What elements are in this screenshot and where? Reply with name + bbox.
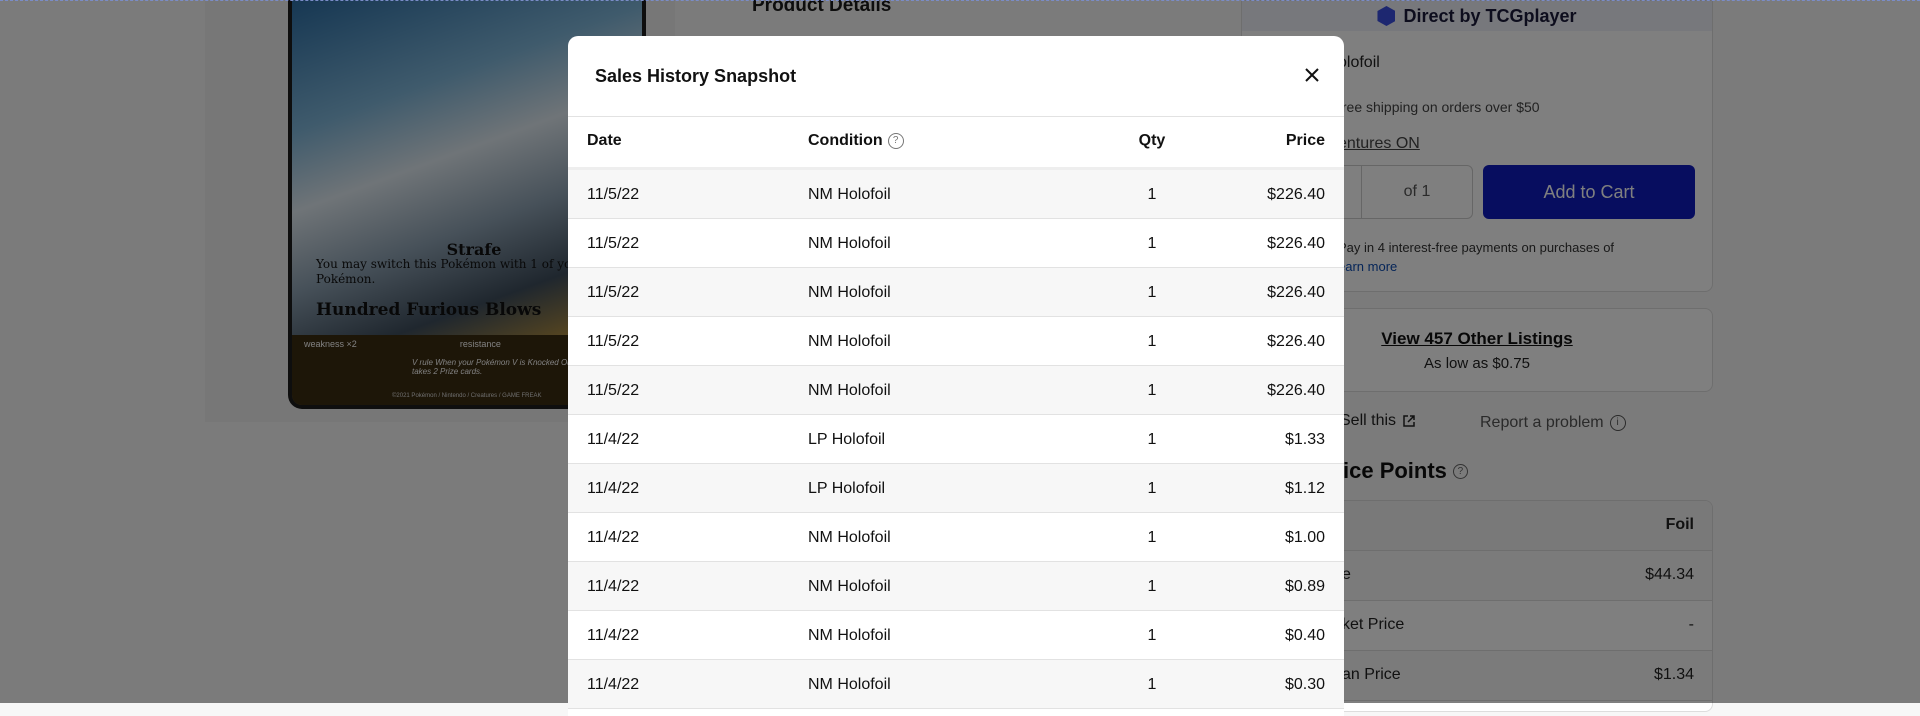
sale-date: 11/5/22 — [587, 333, 640, 350]
sale-condition: NM Holofoil — [808, 186, 891, 203]
sale-price: $226.40 — [1267, 382, 1325, 399]
sale-condition: NM Holofoil — [808, 578, 891, 595]
modal-title: Sales History Snapshot — [595, 66, 797, 86]
sale-qty: 1 — [1147, 284, 1157, 301]
sale-condition: NM Holofoil — [808, 382, 891, 399]
close-icon — [1305, 67, 1319, 82]
sale-price: $226.40 — [1267, 284, 1325, 301]
sale-condition: NM Holofoil — [808, 529, 891, 546]
sale-price: $226.40 — [1267, 333, 1325, 350]
sale-date: 11/4/22 — [587, 627, 640, 644]
condition-column-header: Condition ? — [808, 132, 904, 150]
sales-table-header: Date Condition ? Qty Price — [568, 117, 1344, 170]
sale-date: 11/4/22 — [587, 529, 640, 546]
sale-qty: 1 — [1147, 676, 1157, 693]
sale-qty: 1 — [1147, 431, 1157, 448]
sale-condition: NM Holofoil — [808, 627, 891, 644]
table-row: 11/5/22 NM Holofoil 1 $226.40 — [568, 219, 1344, 268]
date-column-header: Date — [587, 132, 622, 149]
sale-date: 11/4/22 — [587, 431, 640, 448]
sale-date: 11/5/22 — [587, 235, 640, 252]
sale-qty: 1 — [1147, 235, 1157, 252]
sale-condition: LP Holofoil — [808, 431, 886, 448]
sale-condition: NM Holofoil — [808, 284, 891, 301]
condition-help-icon[interactable]: ? — [887, 133, 904, 149]
table-row: 11/4/22 NM Holofoil 1 $0.30 — [568, 660, 1344, 709]
sale-price: $1.00 — [1284, 529, 1325, 546]
table-row: 11/4/22 NM Holofoil 1 $0.40 — [568, 611, 1344, 660]
sale-qty: 1 — [1147, 480, 1157, 497]
table-row: 11/5/22 NM Holofoil 1 $226.40 — [568, 268, 1344, 317]
sale-qty: 1 — [1147, 382, 1157, 399]
table-row: 11/5/22 NM Holofoil 1 $226.40 — [568, 170, 1344, 219]
table-row: 11/5/22 NM Holofoil 1 $226.40 — [568, 317, 1344, 366]
sales-history-modal: Sales History Snapshot Date Condition ? … — [568, 36, 1344, 716]
sale-price: $0.30 — [1284, 676, 1325, 693]
close-button[interactable] — [1296, 60, 1328, 92]
sale-price: $1.12 — [1284, 480, 1325, 497]
sale-date: 11/5/22 — [587, 284, 640, 301]
page-top-border — [0, 0, 1920, 1]
sale-price: $1.33 — [1284, 431, 1325, 448]
sales-table-body: 11/5/22 NM Holofoil 1 $226.40 11/5/22 NM Holo… — [568, 170, 1344, 709]
sale-qty: 1 — [1147, 529, 1157, 546]
price-column-header: Price — [1285, 132, 1325, 149]
sale-qty: 1 — [1147, 627, 1157, 644]
sale-price: $0.89 — [1284, 578, 1325, 595]
sale-price: $226.40 — [1267, 235, 1325, 252]
sale-date: 11/4/22 — [587, 578, 640, 595]
sale-condition: NM Holofoil — [808, 235, 891, 252]
sale-date: 11/5/22 — [587, 382, 640, 399]
sale-condition: LP Holofoil — [808, 480, 886, 497]
table-row: 11/4/22 NM Holofoil 1 $0.89 — [568, 562, 1344, 611]
table-row: 11/5/22 NM Holofoil 1 $226.40 — [568, 366, 1344, 415]
modal-header: Sales History Snapshot — [568, 36, 1344, 117]
sale-price: $0.40 — [1284, 627, 1325, 644]
sale-condition: NM Holofoil — [808, 333, 891, 350]
table-row: 11/4/22 LP Holofoil 1 $1.33 — [568, 415, 1344, 464]
sale-date: 11/4/22 — [587, 480, 640, 497]
sale-qty: 1 — [1147, 333, 1157, 350]
sale-qty: 1 — [1147, 186, 1157, 203]
qty-column-header: Qty — [1138, 132, 1166, 149]
sale-date: 11/4/22 — [587, 676, 640, 693]
table-row: 11/4/22 LP Holofoil 1 $1.12 — [568, 464, 1344, 513]
sale-date: 11/5/22 — [587, 186, 640, 203]
condition-header-label: Condition — [808, 132, 883, 149]
table-row: 11/4/22 NM Holofoil 1 $1.00 — [568, 513, 1344, 562]
sale-condition: NM Holofoil — [808, 676, 891, 693]
sale-qty: 1 — [1147, 578, 1157, 595]
sale-price: $226.40 — [1267, 186, 1325, 203]
